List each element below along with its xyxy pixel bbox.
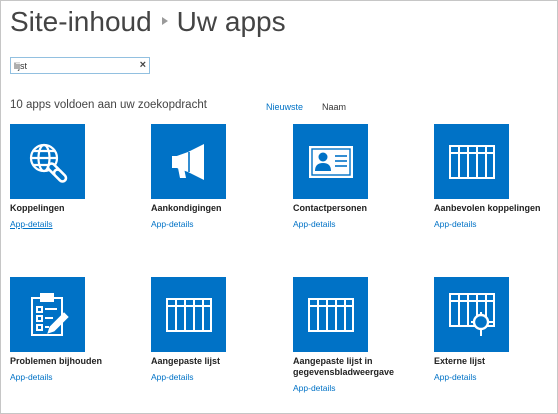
breadcrumb-chevron-icon [161, 16, 168, 25]
megaphone-icon [171, 143, 204, 180]
list-grid-icon [448, 144, 495, 179]
result-count: 10 apps voldoen aan uw zoekopdracht [10, 99, 207, 111]
list-grid-icon [165, 297, 212, 332]
app-tile-aankondigingen: Aankondigingen App-details [151, 124, 261, 232]
clear-search-button[interactable]: × [140, 59, 146, 72]
app-details-link[interactable]: App-details [10, 372, 53, 382]
app-details-link[interactable]: App-details [293, 383, 336, 393]
app-tile-icon-button[interactable] [151, 124, 226, 199]
app-details-link[interactable]: App-details [10, 219, 53, 229]
app-details-link[interactable]: App-details [293, 219, 336, 229]
app-tile-icon-button[interactable] [10, 277, 85, 352]
breadcrumb-current: Uw apps [176, 6, 286, 37]
clipboard-checklist-icon [30, 292, 69, 336]
app-name: Aankondigingen [151, 203, 222, 213]
app-details-link[interactable]: App-details [434, 219, 477, 229]
breadcrumb-parent[interactable]: Site-inhoud [10, 6, 152, 37]
page-title: Site-inhoud Uw apps [10, 6, 286, 38]
sort-newest-link[interactable]: Nieuwste [266, 102, 303, 112]
app-details-link[interactable]: App-details [434, 372, 477, 382]
app-tile-icon-button[interactable] [434, 277, 509, 352]
app-details-link[interactable]: App-details [151, 219, 194, 229]
app-name: Contactpersonen [293, 203, 368, 213]
app-name: Aanbevolen koppelingen [434, 203, 541, 213]
list-grid-icon [307, 297, 354, 332]
app-tile-problemen-bijhouden: Problemen bijhouden App-details [10, 277, 120, 385]
app-tile-icon-button[interactable] [434, 124, 509, 199]
search-input[interactable] [11, 58, 138, 73]
app-details-link[interactable]: App-details [151, 372, 194, 382]
contact-card-icon [308, 145, 353, 178]
app-tile-icon-button[interactable] [10, 124, 85, 199]
app-tile-icon-button[interactable] [151, 277, 226, 352]
app-name: Aangepaste lijst [151, 356, 221, 366]
app-tile-icon-button[interactable] [293, 277, 368, 352]
globe-link-icon [29, 143, 67, 183]
app-name: Problemen bijhouden [10, 356, 103, 366]
app-name: Koppelingen [10, 203, 65, 213]
app-tile-aangepaste-lijst: Aangepaste lijst App-details [151, 277, 261, 385]
app-tile-contactpersonen: Contactpersonen App-details [293, 124, 403, 232]
app-tile-koppelingen: Koppelingen App-details [10, 124, 120, 232]
app-tile-aanbevolen-koppelingen: Aanbevolen koppelingen App-details [434, 124, 544, 232]
external-list-icon [448, 292, 495, 336]
app-name: Externe lijst [434, 356, 486, 366]
search-box: × [10, 57, 150, 74]
sort-name-link[interactable]: Naam [322, 102, 346, 112]
app-tile-externe-lijst: Externe lijst App-details [434, 277, 544, 385]
app-tile-aangepaste-lijst-gegevensblad: Aangepaste lijst in gegevensbladweergave… [293, 277, 403, 396]
app-name: Aangepaste lijst in gegevensbladweergave [293, 356, 395, 377]
app-tile-icon-button[interactable] [293, 124, 368, 199]
